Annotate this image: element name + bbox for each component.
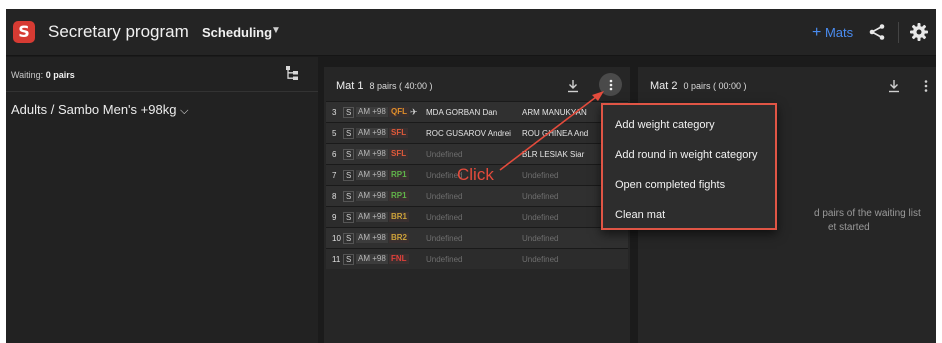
blue-athlete: Undefined (522, 255, 559, 264)
fight-number: 9 (332, 213, 337, 222)
weight-category-selector[interactable]: Adults / Sambo Men's +98kg ⌵ (11, 102, 188, 118)
sport-badge: S (343, 170, 355, 181)
age-weight-badge: AM +98 (356, 149, 388, 159)
mat-1-more-button[interactable] (599, 73, 622, 96)
fight-row[interactable]: 9 S AM +98 BR1 Undefined Undefined (326, 206, 628, 227)
download-icon[interactable] (888, 79, 900, 93)
sport-badge: S (343, 254, 355, 265)
header-divider (898, 22, 899, 43)
menu-item-open-completed-fights[interactable]: Open completed fights (615, 179, 725, 191)
age-weight-badge: AM +98 (356, 107, 388, 117)
round-badge: RP1 (389, 191, 409, 201)
caret-down-icon[interactable]: ▼ (271, 25, 281, 36)
fight-number: 6 (332, 150, 337, 159)
fight-row[interactable]: 8 S AM +98 RP1 Undefined Undefined (326, 185, 628, 206)
red-athlete: Undefined (426, 234, 463, 243)
fight-number: 7 (332, 171, 337, 180)
pin-icon: ✈ (410, 107, 418, 117)
more-vertical-icon[interactable] (920, 79, 932, 93)
empty-line-1: d pairs of the waiting list (814, 208, 921, 219)
age-weight-badge: AM +98 (356, 233, 388, 243)
fight-row[interactable]: 5 S AM +98 SFL ROC GUSAROV Andrei ROU GHINEA … (326, 122, 628, 143)
fight-number: 10 (332, 234, 341, 243)
empty-line-2: et started (828, 222, 870, 233)
mat-title-label: Mat 2 (650, 80, 678, 92)
sport-badge: S (343, 191, 355, 202)
round-badge: SFL (389, 128, 409, 138)
age-weight-badge: AM +98 (356, 212, 388, 222)
empty-mat-message: d pairs of the waiting list et started (814, 207, 921, 235)
waiting-value: 0 pairs (45, 70, 75, 80)
waiting-label: Waiting: (11, 70, 44, 80)
red-athlete: Undefined (426, 192, 463, 201)
chevron-down-icon: ⌵ (180, 105, 189, 117)
scheduling-dropdown[interactable]: Scheduling (202, 25, 272, 40)
menu-item-clean-mat[interactable]: Clean mat (615, 209, 665, 221)
age-weight-badge: AM +98 (356, 170, 388, 180)
blue-athlete: Undefined (522, 234, 559, 243)
fight-number: 11 (332, 255, 341, 264)
fight-row[interactable]: 10 S AM +98 BR2 Undefined Undefined (326, 227, 628, 248)
menu-item-add-weight-category[interactable]: Add weight category (615, 119, 715, 131)
blue-athlete: Undefined (522, 213, 559, 222)
mat-title-label: Mat 1 (336, 80, 364, 92)
red-athlete: ROC GUSAROV Andrei (426, 129, 511, 138)
round-badge: SFL (389, 149, 409, 159)
blue-athlete: ARM MANUKYAN (522, 108, 587, 117)
fight-number: 3 (332, 108, 337, 117)
round-badge: BR1 (389, 212, 410, 222)
sport-badge: S (343, 212, 355, 223)
app-logo[interactable]: S (13, 21, 35, 43)
red-athlete: MDA GORBAN Dan (426, 108, 498, 117)
age-weight-badge: AM +98 (356, 191, 388, 201)
mat-1-title: Mat 1 8 pairs ( 40:00 ) (336, 80, 433, 92)
category-label: Adults / Sambo Men's +98kg (11, 102, 177, 117)
add-mats-button[interactable]: + Mats (812, 24, 853, 42)
red-athlete: Undefined (426, 213, 463, 222)
round-badge: QFL (389, 107, 409, 117)
download-icon[interactable] (567, 79, 579, 93)
age-weight-badge: AM +98 (356, 128, 388, 138)
fight-list: 3 S AM +98 QFL ✈ MDA GORBAN Dan ARM MANUKYAN 5 S… (326, 101, 628, 269)
round-badge: FNL (389, 254, 409, 264)
blue-athlete: Undefined (522, 171, 559, 180)
menu-item-add-round[interactable]: Add round in weight category (615, 149, 757, 161)
fight-row[interactable]: 11 S AM +98 FNL Undefined Undefined (326, 248, 628, 269)
sport-badge: S (343, 107, 355, 118)
more-vertical-icon (609, 79, 612, 90)
gear-icon[interactable] (909, 22, 929, 42)
waiting-list-panel: Waiting: 0 pairs Adults / Sambo Men's +9… (6, 57, 318, 343)
blue-athlete: ROU GHINEA And (522, 129, 589, 138)
sport-badge: S (343, 128, 355, 139)
mats-button-label: Mats (824, 25, 854, 40)
plus-icon: + (812, 24, 822, 41)
app-title: Secretary program (48, 22, 189, 41)
round-badge: BR2 (389, 233, 410, 243)
logo-letter: S (18, 22, 30, 41)
tree-view-icon[interactable] (286, 66, 299, 80)
sport-badge: S (343, 149, 355, 160)
waiting-count: Waiting: 0 pairs (11, 70, 75, 80)
red-athlete: Undefined (426, 255, 463, 264)
mat-1-panel: Mat 18 pairs ( 40:00 ) 3 S AM +98 QFL ✈ MDA G… (324, 67, 630, 343)
top-bar: S Secretary program Scheduling ▼ + Mats (6, 9, 936, 56)
mat-2-summary: 0 pairs ( 00:00 ) (683, 81, 747, 91)
mat-2-title: Mat 2 0 pairs ( 00:00 ) (650, 80, 747, 92)
fight-number: 8 (332, 192, 337, 201)
age-weight-badge: AM +98 (356, 254, 388, 264)
sport-badge: S (343, 233, 355, 244)
panel-divider (6, 91, 318, 92)
round-badge: RP1 (389, 170, 409, 180)
blue-athlete: Undefined (522, 192, 559, 201)
blue-athlete: BLR LESIAK Siar (522, 150, 585, 159)
fight-row[interactable]: 6 S AM +98 SFL Undefined BLR LESIAK Siar (326, 143, 628, 164)
mat-1-summary: 8 pairs ( 40:00 ) (369, 81, 433, 91)
fight-number: 5 (332, 129, 337, 138)
click-annotation-label: Click (457, 165, 494, 184)
red-athlete: Undefined (426, 150, 463, 159)
mat-context-menu: Add weight category Add round in weight … (601, 103, 777, 230)
share-icon[interactable] (868, 23, 886, 41)
fight-row[interactable]: 3 S AM +98 QFL ✈ MDA GORBAN Dan ARM MANUKYAN (326, 101, 628, 122)
